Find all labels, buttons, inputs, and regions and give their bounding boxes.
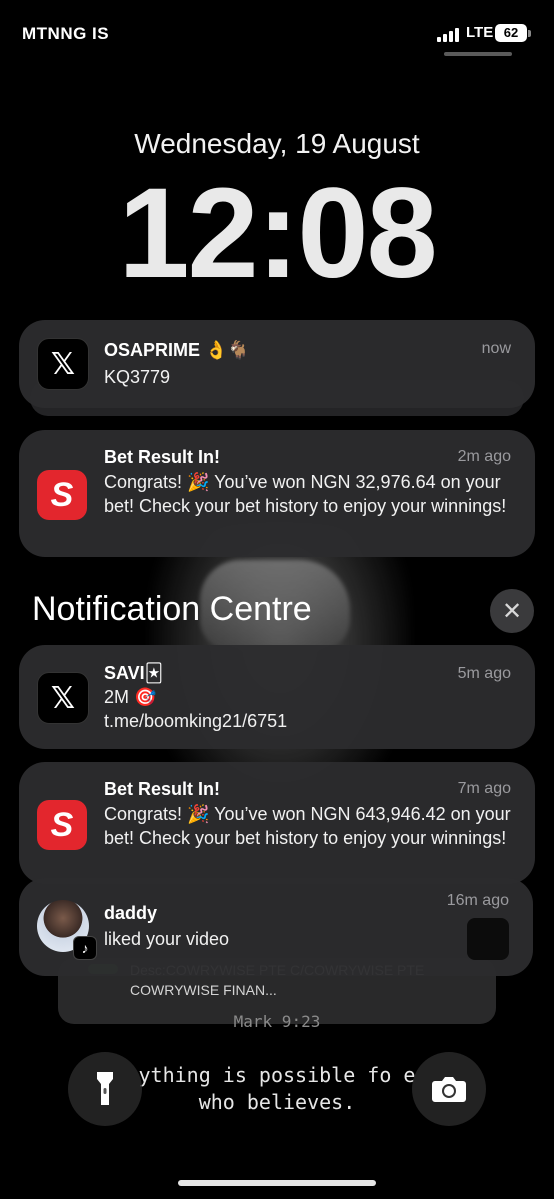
x-app-icon: 𝕏: [37, 338, 89, 390]
signal-icon: [437, 26, 461, 42]
sportybet-app-icon: S: [37, 800, 87, 850]
notification-tiktok-daddy[interactable]: ♪ daddy 16m ago liked your video: [19, 878, 533, 976]
video-thumbnail: [467, 918, 509, 960]
close-icon[interactable]: ✕: [490, 589, 534, 633]
notification-title: Bet Result In!: [104, 779, 221, 799]
home-indicator[interactable]: [178, 1180, 376, 1186]
notification-time: now: [481, 340, 511, 357]
notification-title: OSAPRIME 👌🐐: [104, 340, 250, 360]
tiktok-icon: ♪: [73, 936, 97, 960]
notification-bet-result-2[interactable]: S Bet Result In! 7m ago Congrats! 🎉 You’…: [19, 762, 535, 884]
notification-bet-result-1[interactable]: S Bet Result In! 2m ago Congrats! 🎉 You’…: [19, 430, 535, 557]
battery-cap: [528, 30, 531, 37]
flashlight-button[interactable]: [68, 1052, 142, 1126]
network-type: LTE: [466, 24, 494, 41]
notification-time: 7m ago: [457, 780, 511, 797]
notification-title: Bet Result In!: [104, 447, 221, 467]
camera-icon: [432, 1077, 466, 1102]
control-centre-grabber[interactable]: [444, 52, 512, 56]
notification-time: 2m ago: [457, 448, 511, 465]
notification-body-link[interactable]: t.me/boomking21/6751: [104, 709, 513, 733]
notification-title: SAVI🃏: [104, 663, 164, 683]
notification-time: 5m ago: [457, 665, 511, 682]
notification-body-line1: 2M 🎯: [104, 687, 157, 707]
flashlight-icon: [97, 1072, 113, 1105]
wallpaper-verse-reference: Mark 9:23: [233, 1012, 321, 1031]
notification-body: KQ3779: [104, 367, 171, 387]
lock-time: 12:08: [118, 162, 437, 305]
notification-x-osaprime[interactable]: 𝕏 OSAPRIME 👌🐐 now KQ3779: [19, 320, 535, 408]
battery-icon: 62: [495, 24, 527, 42]
lock-date: Wednesday, 19 August: [134, 128, 420, 159]
sportybet-app-icon: S: [37, 470, 87, 520]
x-app-icon: 𝕏: [37, 672, 89, 724]
notification-body: Congrats! 🎉 You’ve won NGN 32,976.64 on …: [104, 472, 507, 516]
notification-body: liked your video: [104, 929, 230, 949]
camera-button[interactable]: [412, 1052, 486, 1126]
status-bar: MTNNG IS LTE 62: [0, 0, 554, 60]
notification-body: Congrats! 🎉 You’ve won NGN 643,946.42 on…: [104, 804, 511, 848]
carrier-name: MTNNG IS: [22, 24, 110, 43]
notification-x-savi[interactable]: 𝕏 SAVI🃏 5m ago 2M 🎯 t.me/boomking21/6751: [19, 645, 535, 749]
notification-centre-header: Notification Centre: [32, 590, 312, 628]
notification-time: 16m ago: [446, 892, 509, 909]
notification-title: daddy: [104, 903, 158, 923]
